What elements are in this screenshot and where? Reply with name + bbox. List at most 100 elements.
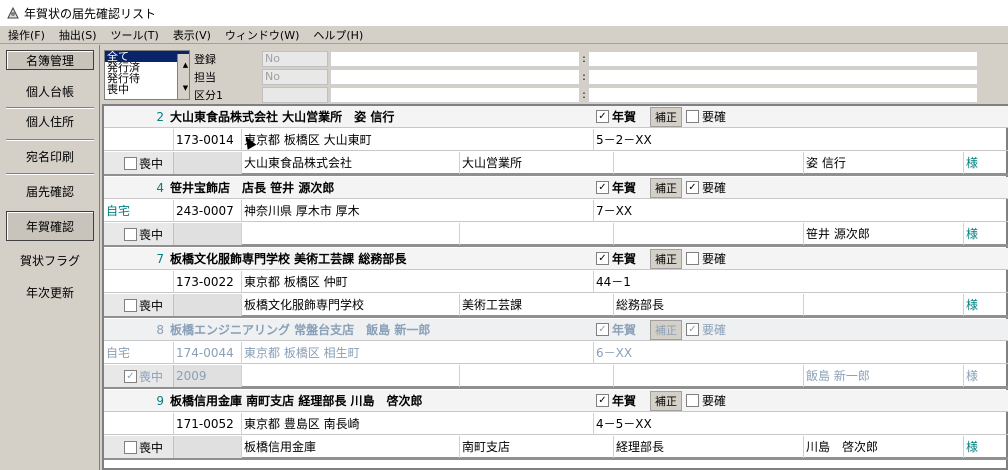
person-cell[interactable]: 笹井 源次郎 bbox=[804, 223, 964, 245]
record-number: 9 bbox=[156, 394, 164, 408]
menu-tools[interactable]: ツール(T) bbox=[111, 27, 159, 43]
zip-cell[interactable]: 173-0014 bbox=[174, 129, 242, 151]
job-title-cell[interactable] bbox=[614, 365, 804, 387]
filter-value[interactable]: No bbox=[262, 50, 328, 67]
zip-cell[interactable]: 243-0007 bbox=[174, 200, 242, 222]
record-name[interactable]: 板橋エンジニアリング 常盤台支店 飯島 新一郎 bbox=[170, 319, 590, 341]
mochu-checkbox[interactable]: ✓ bbox=[124, 369, 137, 383]
dept-cell[interactable]: 大山営業所 bbox=[460, 152, 614, 174]
mochu-checkbox[interactable] bbox=[124, 156, 137, 170]
filter-input[interactable] bbox=[330, 86, 580, 103]
address2-cell[interactable]: 4－5－XX bbox=[594, 413, 1008, 435]
job-title-cell[interactable] bbox=[614, 223, 804, 245]
nenga-checkbox[interactable]: ✓ bbox=[596, 252, 609, 265]
mochu-label: 喪中 bbox=[139, 156, 164, 171]
record-name[interactable]: 大山東食品株式会社 大山営業所 姿 信行 bbox=[170, 106, 590, 128]
zip-cell[interactable]: 174-0044 bbox=[174, 342, 242, 364]
sidebar-item-nenji-koshin[interactable]: 年次更新 bbox=[6, 281, 94, 303]
divider bbox=[6, 139, 94, 141]
record-name[interactable]: 板橋文化服飾専門学校 美術工芸課 総務部長 bbox=[170, 248, 590, 270]
filter-input[interactable] bbox=[330, 50, 580, 67]
person-cell[interactable]: 飯島 新一郎 bbox=[804, 365, 964, 387]
address1-cell[interactable]: 東京都 板橋区 仲町 bbox=[242, 271, 594, 293]
sidebar-item-kojin-daicho[interactable]: 個人台帳 bbox=[6, 77, 94, 105]
company-cell[interactable] bbox=[242, 223, 460, 245]
scroll-down-icon[interactable]: ▼ bbox=[180, 77, 189, 99]
menu-window[interactable]: ウィンドウ(W) bbox=[225, 27, 299, 43]
menu-help[interactable]: ヘルプ(H) bbox=[313, 27, 363, 43]
menu-view[interactable]: 表示(V) bbox=[173, 27, 211, 43]
dept-cell[interactable]: 南町支店 bbox=[460, 436, 614, 458]
company-cell[interactable]: 板橋信用金庫 bbox=[242, 436, 460, 458]
person-cell[interactable]: 川島 啓次郎 bbox=[804, 436, 964, 458]
scroll-up-icon[interactable]: ▲ bbox=[180, 54, 189, 77]
filter-row-kubun1: 区分1 : bbox=[192, 86, 978, 103]
address2-cell[interactable]: 7－XX bbox=[594, 200, 1008, 222]
company-cell[interactable]: 板橋文化服飾専門学校 bbox=[242, 294, 460, 316]
hosei-button[interactable]: 補正 bbox=[650, 249, 682, 269]
record-number: 4 bbox=[156, 181, 164, 195]
filter-extra-input[interactable] bbox=[588, 50, 978, 67]
address1-cell[interactable]: 東京都 板橋区 大山東町 bbox=[242, 129, 594, 151]
company-cell[interactable] bbox=[242, 365, 460, 387]
nenga-checkbox[interactable]: ✓ bbox=[596, 181, 609, 194]
hosei-button[interactable]: 補正 bbox=[650, 320, 682, 340]
address1-cell[interactable]: 神奈川県 厚木市 厚木 bbox=[242, 200, 594, 222]
hosei-button[interactable]: 補正 bbox=[650, 107, 682, 127]
youkaku-checkbox[interactable]: ✓ bbox=[686, 323, 699, 336]
mochu-checkbox[interactable] bbox=[124, 227, 137, 241]
sidebar-item-meibo[interactable]: 名簿管理 bbox=[6, 50, 94, 70]
youkaku-checkbox[interactable]: ✓ bbox=[686, 181, 699, 194]
filter-extra-input[interactable] bbox=[588, 68, 978, 85]
listbox-scrollbar[interactable]: ▲ ▼ bbox=[177, 54, 189, 99]
zip-cell[interactable]: 173-0022 bbox=[174, 271, 242, 293]
job-title-cell[interactable]: 総務部長 bbox=[614, 294, 804, 316]
job-title-cell[interactable] bbox=[614, 152, 804, 174]
nenga-checkbox[interactable]: ✓ bbox=[596, 394, 609, 407]
filter-value[interactable]: No bbox=[262, 68, 328, 85]
mochu-cell: 喪中 bbox=[104, 152, 174, 174]
youkaku-checkbox[interactable] bbox=[686, 252, 699, 265]
filter-extra-input[interactable] bbox=[588, 86, 978, 103]
mochu-cell: 喪中 bbox=[104, 223, 174, 245]
address2-cell[interactable]: 5－2－XX bbox=[594, 129, 1008, 151]
filter-value[interactable] bbox=[262, 86, 328, 103]
title-bar: 年賀状の届先確認リスト bbox=[0, 0, 1008, 26]
dept-cell[interactable] bbox=[460, 365, 614, 387]
hosei-button[interactable]: 補正 bbox=[650, 391, 682, 411]
dept-cell[interactable]: 美術工芸課 bbox=[460, 294, 614, 316]
zip-cell[interactable]: 171-0052 bbox=[174, 413, 242, 435]
hosei-button[interactable]: 補正 bbox=[650, 178, 682, 198]
menu-operation[interactable]: 操作(F) bbox=[8, 27, 45, 43]
mochu-label: 喪中 bbox=[139, 298, 164, 313]
youkaku-checkbox[interactable] bbox=[686, 110, 699, 123]
youkaku-checkbox[interactable] bbox=[686, 394, 699, 407]
youkaku-label: 要確 bbox=[702, 394, 727, 408]
sidebar-item-gajo-flag[interactable]: 賀状フラグ bbox=[6, 249, 94, 271]
person-cell[interactable] bbox=[804, 294, 964, 316]
person-cell[interactable]: 姿 信行 bbox=[804, 152, 964, 174]
mochu-checkbox[interactable] bbox=[124, 440, 137, 454]
filter-input[interactable] bbox=[330, 68, 580, 85]
record-name[interactable]: 笹井宝飾店 店長 笹井 源次郎 bbox=[170, 177, 590, 199]
dept-cell[interactable] bbox=[460, 223, 614, 245]
jitaku-cell bbox=[104, 129, 174, 151]
status-listbox[interactable]: 全て 発行済 発行待 喪中 ▲ ▼ bbox=[104, 50, 190, 100]
record-name[interactable]: 板橋信用金庫 南町支店 経理部長 川島 啓次郎 bbox=[170, 390, 590, 412]
nenga-checkbox[interactable]: ✓ bbox=[596, 323, 609, 336]
sidebar-item-kojin-jusho[interactable]: 個人住所 bbox=[6, 111, 94, 131]
address1-cell[interactable]: 東京都 板橋区 相生町 bbox=[242, 342, 594, 364]
mochu-checkbox[interactable] bbox=[124, 298, 137, 312]
address2-cell[interactable]: 44－1 bbox=[594, 271, 1008, 293]
sidebar-item-nenga-kakunin[interactable]: 年賀確認 bbox=[6, 211, 94, 241]
sidebar-item-todokesaki[interactable]: 届先確認 bbox=[6, 180, 94, 202]
company-cell[interactable]: 大山東食品株式会社 bbox=[242, 152, 460, 174]
address2-cell[interactable]: 6－XX bbox=[594, 342, 1008, 364]
jitaku-cell bbox=[104, 413, 174, 435]
address1-cell[interactable]: 東京都 豊島区 南長崎 bbox=[242, 413, 594, 435]
colon: : bbox=[582, 88, 586, 101]
menu-extract[interactable]: 抽出(S) bbox=[59, 27, 97, 43]
nenga-checkbox[interactable]: ✓ bbox=[596, 110, 609, 123]
sidebar-item-atena[interactable]: 宛名印刷 bbox=[6, 145, 94, 167]
job-title-cell[interactable]: 経理部長 bbox=[614, 436, 804, 458]
